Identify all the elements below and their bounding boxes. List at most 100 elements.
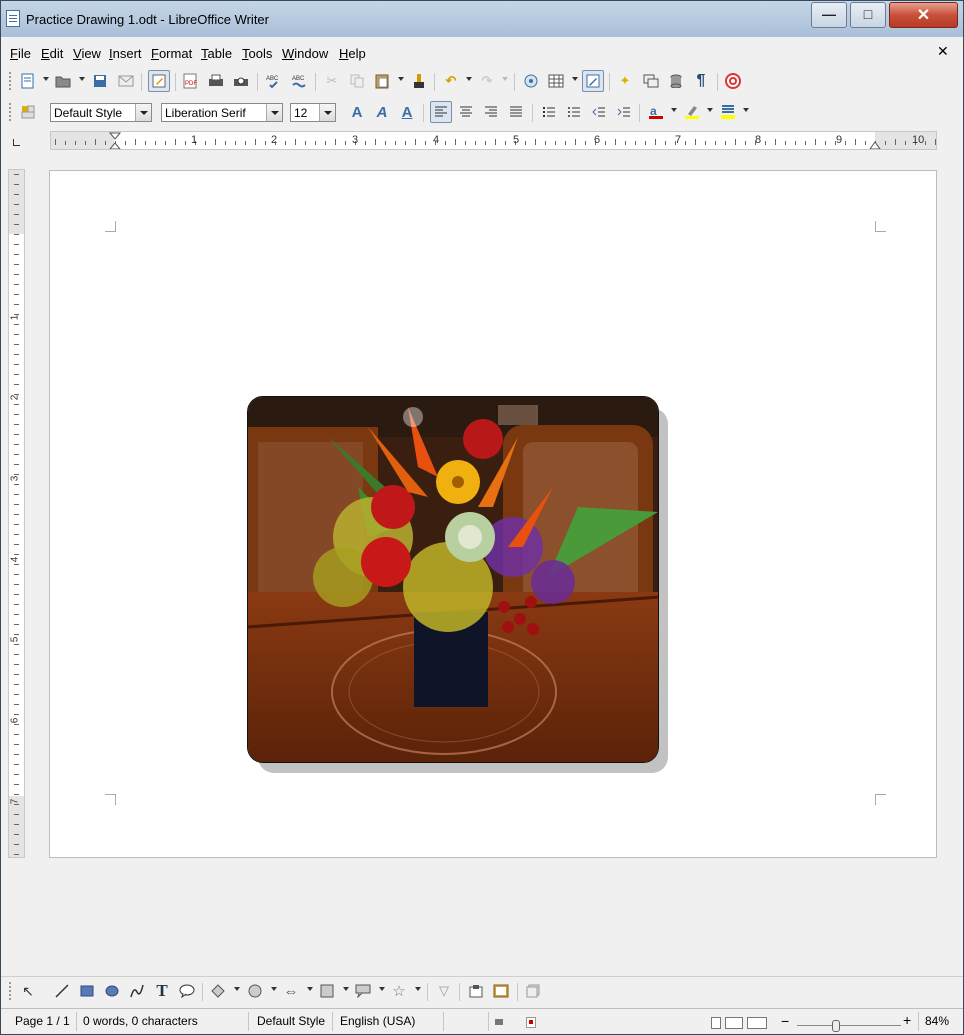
background-color-dropdown-icon[interactable] xyxy=(743,108,749,112)
highlight-dropdown-icon[interactable] xyxy=(707,108,713,112)
language-indicator[interactable]: English (USA) xyxy=(334,1012,444,1031)
export-pdf-icon[interactable]: PDF xyxy=(181,72,199,90)
line-tool-icon[interactable] xyxy=(53,982,71,1000)
email-icon[interactable] xyxy=(117,72,135,90)
menu-tools[interactable]: Tools xyxy=(242,46,272,61)
flowchart-dropdown-icon[interactable] xyxy=(343,987,349,991)
stars-icon[interactable]: ☆ xyxy=(390,982,408,1000)
basic-shapes-dropdown-icon[interactable] xyxy=(234,987,240,991)
undo-dropdown-icon[interactable] xyxy=(466,77,472,81)
indent-marker-icon[interactable] xyxy=(109,132,121,150)
menu-insert[interactable]: Insert xyxy=(109,46,142,61)
freeform-line-icon[interactable] xyxy=(128,982,146,1000)
book-view-icon[interactable] xyxy=(747,1017,767,1029)
page-style[interactable]: Default Style xyxy=(251,1012,333,1031)
toolbar-grip[interactable] xyxy=(9,103,11,123)
font-color-dropdown-icon[interactable] xyxy=(671,108,677,112)
page-indicator[interactable]: Page 1 / 1 xyxy=(9,1012,77,1031)
block-arrows-dropdown-icon[interactable] xyxy=(307,987,313,991)
italic-icon[interactable]: A xyxy=(373,103,391,121)
toolbar-grip[interactable] xyxy=(9,982,11,1002)
formatting-marks-icon[interactable]: ¶ xyxy=(692,72,710,90)
font-name-select[interactable]: Liberation Serif xyxy=(161,103,283,122)
zoom-in-icon[interactable]: + xyxy=(903,1012,911,1028)
symbol-shapes-dropdown-icon[interactable] xyxy=(271,987,277,991)
horizontal-ruler[interactable]: 1 2 3 4 5 6 7 8 9 10 xyxy=(50,131,937,150)
zoom-slider-handle[interactable] xyxy=(832,1020,840,1032)
draw-functions-icon[interactable] xyxy=(582,70,604,92)
menu-format[interactable]: Format xyxy=(151,46,192,61)
callout-tool-icon[interactable] xyxy=(178,982,196,1000)
zoom-slider[interactable] xyxy=(797,1025,901,1026)
styles-icon[interactable] xyxy=(19,103,37,121)
bullets-icon[interactable] xyxy=(565,103,583,121)
align-center-icon[interactable] xyxy=(457,103,475,121)
font-color-icon[interactable]: a xyxy=(647,103,665,121)
text-tool-icon[interactable]: T xyxy=(153,981,171,1000)
stars-dropdown-icon[interactable] xyxy=(415,987,421,991)
undo-icon[interactable]: ↶ xyxy=(442,72,460,90)
rectangle-tool-icon[interactable] xyxy=(78,982,96,1000)
navigator-icon[interactable] xyxy=(522,72,540,90)
paste-icon[interactable] xyxy=(373,72,391,90)
align-right-icon[interactable] xyxy=(482,103,500,121)
single-page-view-icon[interactable] xyxy=(711,1017,721,1029)
flowchart-icon[interactable] xyxy=(318,982,336,1000)
paragraph-style-select[interactable]: Default Style xyxy=(50,103,152,122)
word-count[interactable]: 0 words, 0 characters xyxy=(77,1012,249,1031)
copy-icon[interactable] xyxy=(348,72,366,90)
menu-file[interactable]: File xyxy=(10,46,31,61)
menu-help[interactable]: Help xyxy=(339,46,366,61)
paste-dropdown-icon[interactable] xyxy=(398,77,404,81)
redo-dropdown-icon[interactable] xyxy=(502,77,508,81)
chevron-down-icon[interactable] xyxy=(319,104,335,121)
block-arrows-icon[interactable]: ⇔ xyxy=(282,982,300,1000)
vertical-ruler[interactable]: 1 2 3 4 5 6 7 xyxy=(8,169,25,858)
zoom-out-icon[interactable]: − xyxy=(781,1013,789,1029)
underline-icon[interactable]: A xyxy=(398,103,416,121)
chevron-down-icon[interactable] xyxy=(135,104,151,121)
redo-icon[interactable]: ↷ xyxy=(478,72,496,90)
menu-edit[interactable]: Edit xyxy=(41,46,63,61)
fontwork-gallery-icon[interactable] xyxy=(467,982,485,1000)
numbering-icon[interactable] xyxy=(540,103,558,121)
extrusion-icon[interactable] xyxy=(524,982,542,1000)
symbol-shapes-icon[interactable] xyxy=(246,982,264,1000)
zoom-level[interactable]: 84% xyxy=(918,1012,962,1031)
save-icon[interactable] xyxy=(91,72,109,90)
insert-table-icon[interactable] xyxy=(547,72,565,90)
spellcheck-icon[interactable]: ABC xyxy=(265,72,283,90)
menu-table[interactable]: Table xyxy=(201,46,232,61)
minimize-button[interactable]: — xyxy=(811,2,847,28)
multi-page-view-icon[interactable] xyxy=(725,1017,743,1029)
title-bar[interactable]: Practice Drawing 1.odt - LibreOffice Wri… xyxy=(1,1,963,37)
basic-shapes-icon[interactable] xyxy=(209,982,227,1000)
font-size-select[interactable]: 12 xyxy=(290,103,336,122)
close-document-icon[interactable]: ✕ xyxy=(937,43,949,60)
new-document-icon[interactable] xyxy=(19,72,37,90)
highlight-icon[interactable] xyxy=(683,103,701,121)
ellipse-tool-icon[interactable] xyxy=(103,982,121,1000)
gallery-icon[interactable]: ✦ xyxy=(616,72,634,90)
select-arrow-icon[interactable]: ↖ xyxy=(19,982,37,1000)
background-color-icon[interactable] xyxy=(719,103,737,121)
clone-formatting-icon[interactable] xyxy=(410,72,428,90)
justify-icon[interactable] xyxy=(507,103,525,121)
align-left-icon[interactable] xyxy=(430,101,452,123)
print-preview-icon[interactable] xyxy=(232,72,250,90)
help-icon[interactable] xyxy=(724,72,742,90)
callouts-icon[interactable] xyxy=(354,982,372,1000)
open-folder-icon[interactable] xyxy=(54,72,72,90)
points-icon[interactable]: ▽ xyxy=(435,982,453,1000)
new-dropdown-icon[interactable] xyxy=(43,77,49,81)
decrease-indent-icon[interactable] xyxy=(590,103,608,121)
menu-window[interactable]: Window xyxy=(282,46,328,61)
data-sources-icon[interactable] xyxy=(667,72,685,90)
close-window-button[interactable]: ✕ xyxy=(889,2,958,28)
tab-type-icon[interactable] xyxy=(13,139,20,146)
selection-mode-icon[interactable] xyxy=(495,1019,503,1025)
callouts-dropdown-icon[interactable] xyxy=(379,987,385,991)
menu-view[interactable]: View xyxy=(73,46,101,61)
bold-icon[interactable]: A xyxy=(348,103,366,121)
chevron-down-icon[interactable] xyxy=(266,104,282,121)
